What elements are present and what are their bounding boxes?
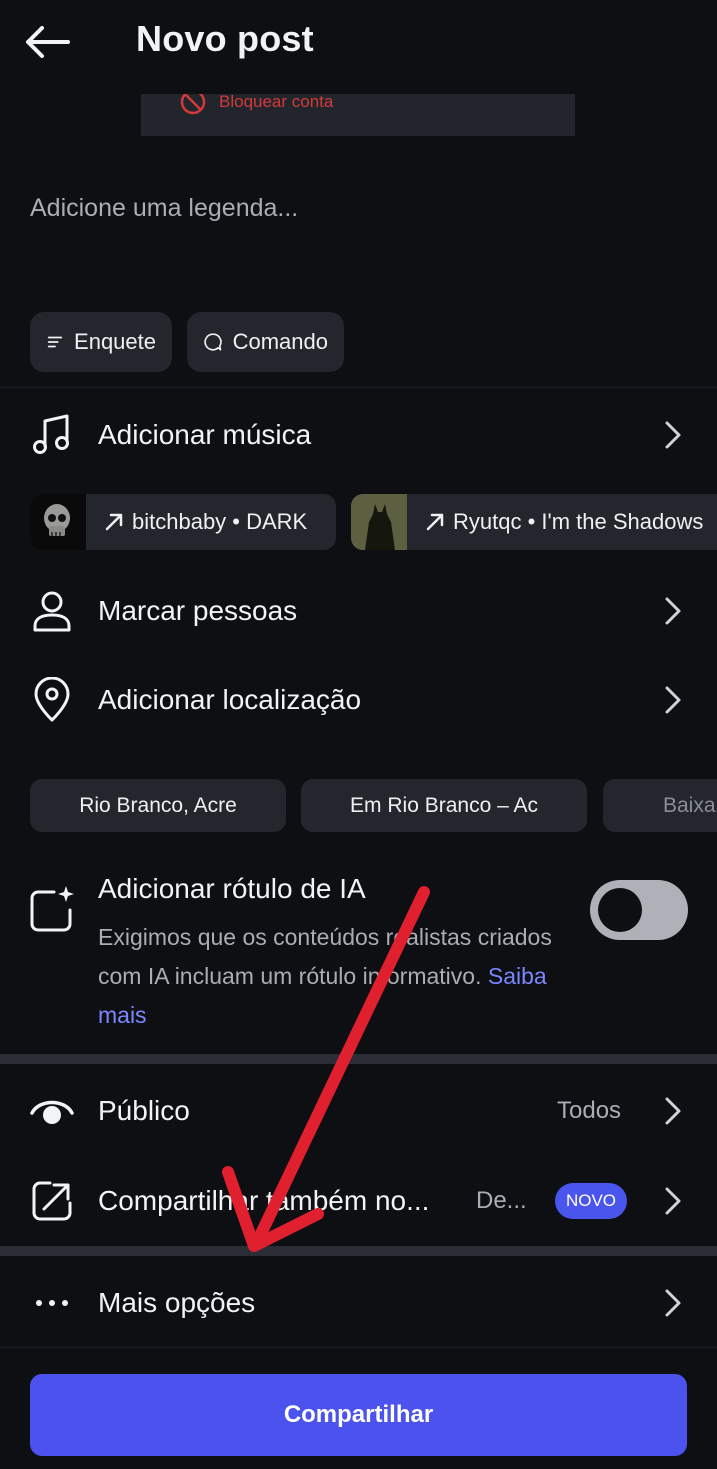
section-separator [0, 1054, 717, 1064]
eye-icon [28, 1087, 76, 1135]
toggle-knob [598, 888, 642, 932]
back-button[interactable] [24, 18, 80, 66]
ai-sparkle-icon [28, 884, 76, 939]
share-also-row[interactable]: Compartilhar também no... De... NOVO [0, 1161, 717, 1241]
trending-arrow-icon [426, 513, 444, 531]
share-also-value: De... [476, 1187, 527, 1214]
arrow-left-icon [26, 26, 70, 58]
chevron-right-icon [665, 1187, 681, 1215]
add-music-row[interactable]: Adicionar música [0, 395, 717, 475]
page-title: Novo post [136, 18, 314, 59]
ai-label-toggle[interactable] [590, 880, 688, 940]
music-suggestion-text: bitchbaby • DARK [132, 509, 308, 534]
tag-people-row[interactable]: Marcar pessoas [0, 571, 717, 651]
location-suggestion[interactable]: Em Rio Branco – Ac [301, 779, 587, 832]
location-suggestion[interactable]: Rio Branco, Acre [30, 779, 286, 832]
prompt-chip-label: Comando [232, 329, 328, 354]
chevron-right-icon [665, 1289, 681, 1317]
music-note-icon [28, 411, 76, 459]
location-pin-icon [28, 676, 76, 724]
add-location-row[interactable]: Adicionar localização [0, 660, 717, 740]
divider [0, 1347, 717, 1348]
add-location-label: Adicionar localização [98, 684, 362, 715]
location-suggestion[interactable]: Baixa [603, 779, 717, 832]
ai-label-description-text: Exigimos que os conteúdos realistas cria… [98, 924, 552, 989]
divider [0, 387, 717, 388]
audience-row[interactable]: Público Todos [0, 1071, 717, 1151]
add-music-label: Adicionar música [98, 419, 312, 450]
caption-input[interactable]: Adicione uma legenda... [30, 194, 298, 223]
audience-value: Todos [557, 1097, 622, 1124]
poll-icon [47, 336, 63, 348]
trending-arrow-icon [105, 513, 123, 531]
context-menu-fragment: Bloquear conta [141, 94, 575, 136]
section-separator [0, 1246, 717, 1256]
share-out-icon [28, 1177, 76, 1225]
chevron-right-icon [665, 421, 681, 449]
share-button[interactable]: Compartilhar [30, 1374, 687, 1456]
chat-bubble-icon [204, 333, 222, 351]
prompt-chip[interactable]: Comando [187, 312, 344, 372]
music-suggestion[interactable]: Ryutqc • I'm the Shadows [351, 494, 717, 550]
ai-label-title: Adicionar rótulo de IA [98, 873, 366, 904]
album-cover-batman [351, 494, 407, 550]
share-also-label: Compartilhar também no... [98, 1185, 430, 1216]
audience-label: Público [98, 1095, 190, 1126]
album-cover-skull [30, 494, 86, 550]
poll-chip[interactable]: Enquete [30, 312, 172, 372]
more-options-row[interactable]: Mais opções [0, 1263, 717, 1343]
tag-people-label: Marcar pessoas [98, 595, 298, 626]
block-icon [180, 94, 206, 115]
chevron-right-icon [665, 1097, 681, 1125]
poll-chip-label: Enquete [74, 329, 156, 354]
ai-label-description: Exigimos que os conteúdos realistas cria… [98, 918, 568, 1035]
person-icon [28, 587, 76, 635]
new-badge: NOVO [555, 1183, 627, 1219]
music-suggestion[interactable]: bitchbaby • DARK [30, 494, 336, 550]
music-suggestion-text: Ryutqc • I'm the Shadows [453, 509, 704, 534]
more-dots-icon [28, 1279, 76, 1327]
block-account-label[interactable]: Bloquear conta [219, 94, 333, 112]
chevron-right-icon [665, 686, 681, 714]
chevron-right-icon [665, 597, 681, 625]
more-options-label: Mais opções [98, 1287, 256, 1318]
